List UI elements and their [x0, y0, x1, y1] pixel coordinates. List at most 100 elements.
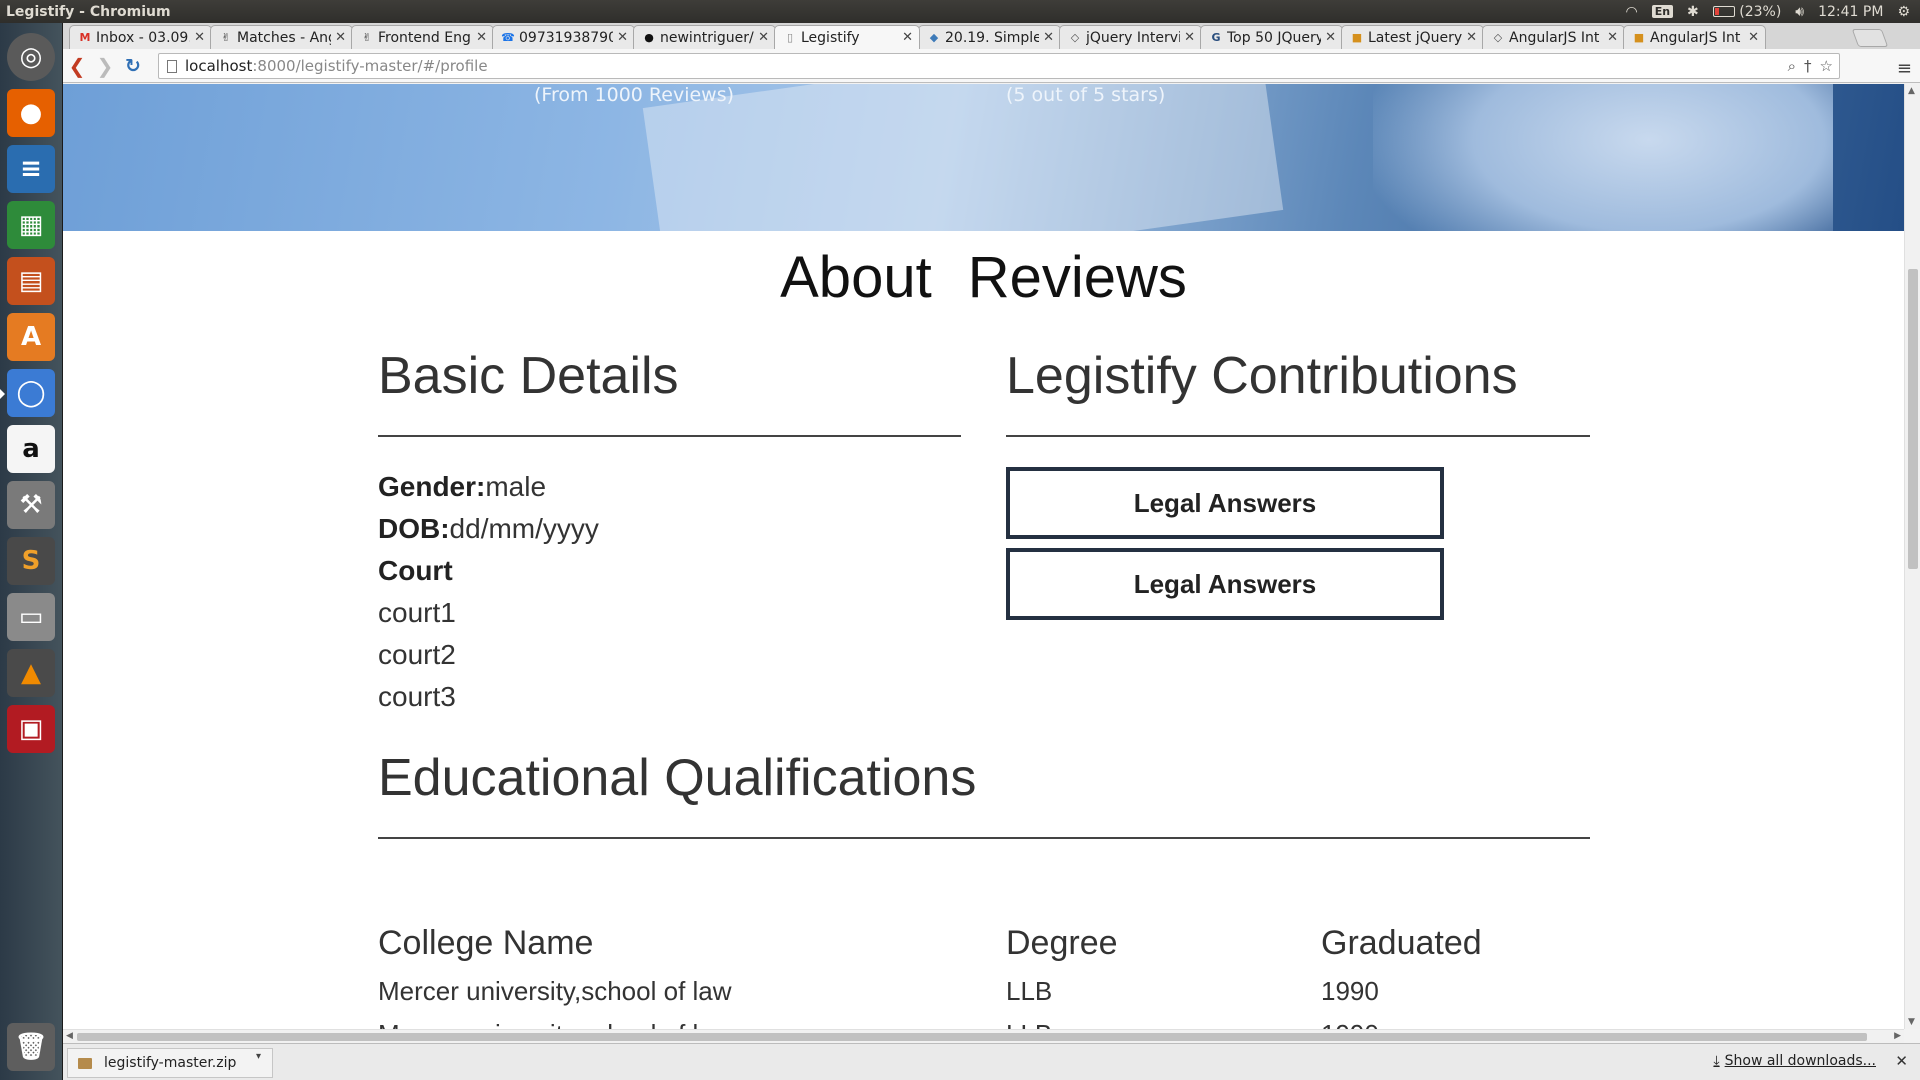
new-tab-button[interactable] — [1851, 29, 1889, 47]
scroll-thumb[interactable] — [77, 1033, 1867, 1041]
close-icon[interactable]: ✕ — [1607, 30, 1618, 45]
firefox-icon[interactable]: ● — [7, 89, 55, 137]
close-icon[interactable]: ✕ — [1325, 30, 1336, 45]
graduated-header: Graduated — [1321, 924, 1482, 962]
legal-answers-button[interactable]: Legal Answers — [1006, 548, 1444, 620]
tab-title: Legistify — [801, 29, 860, 46]
legal-answers-button[interactable]: Legal Answers — [1006, 467, 1444, 539]
scroll-thumb[interactable] — [1908, 269, 1918, 569]
close-icon[interactable]: ✕ — [335, 30, 346, 45]
toolbar: ❮ ❯ ↻ localhost:8000/legistify-master/#/… — [63, 49, 1920, 83]
download-item[interactable]: legistify-master.zip ▾ — [67, 1048, 273, 1078]
close-icon[interactable]: ✕ — [194, 30, 205, 45]
forward-button[interactable]: ❯ — [91, 54, 119, 78]
browser-tab[interactable]: ■ AngularJS Int ✕ — [1623, 25, 1766, 49]
angellist-icon: ✌ — [221, 30, 231, 44]
browser-tab[interactable]: ◇ jQuery Intervi ✕ — [1059, 25, 1202, 49]
chromium-window: M Inbox - 03.09.c ✕ ✌ Matches - Ang ✕ ✌ Fronten… — [63, 23, 1920, 1080]
horizontal-scrollbar[interactable]: ◀ ▶ — [63, 1029, 1904, 1043]
amazon-icon[interactable]: a — [7, 425, 55, 473]
browser-tab[interactable]: ☎ 09731938790 ,✕ — [492, 25, 635, 49]
court-item: court3 — [378, 681, 456, 712]
browser-tab[interactable]: ◇ AngularJS Int ✕ — [1482, 25, 1625, 49]
close-icon[interactable]: ✕ — [1466, 30, 1477, 45]
clock[interactable]: 12:41 PM — [1818, 4, 1883, 20]
basic-details-title: Basic Details — [378, 347, 679, 405]
dash-icon[interactable]: ◎ — [7, 33, 55, 81]
dropdown-arrow-icon[interactable]: ▾ — [256, 1051, 261, 1062]
tab-title: newintriguer/ — [660, 29, 754, 46]
menu-icon[interactable]: ≡ — [1897, 58, 1912, 79]
gear-icon[interactable]: ⚙ — [1897, 4, 1910, 20]
software-center-icon[interactable]: A — [7, 313, 55, 361]
close-icon[interactable]: ✕ — [617, 30, 628, 45]
close-icon[interactable]: ✕ — [476, 30, 487, 45]
browser-tab[interactable]: G Top 50 JQuery ✕ — [1200, 25, 1343, 49]
settings-tools-icon[interactable]: ⚒ — [7, 481, 55, 529]
hero-banner: (From 1000 Reviews) (5 out of 5 stars) — [63, 84, 1904, 231]
archive-icon[interactable]: ▭ — [7, 593, 55, 641]
url-path: :8000/legistify-master/#/profile — [252, 57, 488, 75]
tab-reviews[interactable]: Reviews — [968, 245, 1187, 310]
system-indicators: ◠ En ✱ (23%) 🔊︎ 12:41 PM ⚙ — [1625, 4, 1920, 20]
court-label: Court — [378, 555, 453, 586]
browser-tab[interactable]: M Inbox - 03.09.c ✕ — [69, 25, 212, 49]
browser-tab[interactable]: ▯ Legistify ✕ — [774, 25, 920, 49]
close-icon[interactable]: ✕ — [1748, 30, 1759, 45]
tab-strip: M Inbox - 03.09.c ✕ ✌ Matches - Ang ✕ ✌ Fronten… — [63, 23, 1920, 49]
browser-tab[interactable]: ◆ 20.19. Simple ✕ — [918, 25, 1061, 49]
vlc-icon[interactable]: ▲ — [7, 649, 55, 697]
zoom-icon[interactable]: ⌕ — [1788, 57, 1796, 75]
keyboard-indicator[interactable]: En — [1651, 5, 1674, 18]
chromium-icon[interactable]: ◯ — [0, 369, 55, 417]
volume-icon[interactable]: 🔊︎ — [1795, 4, 1804, 20]
gender-row: Gender:male — [378, 470, 546, 504]
scroll-up-icon[interactable]: ▲ — [1908, 86, 1915, 96]
graduated-cell: 1990 — [1321, 976, 1379, 1006]
dob-value: dd/mm/yyyy — [449, 513, 599, 544]
education-title: Educational Qualifications — [378, 749, 977, 807]
hero-image — [642, 84, 1284, 231]
battery-indicator[interactable]: (23%) — [1712, 4, 1781, 20]
gender-label: Gender: — [378, 471, 486, 502]
bluetooth-icon[interactable]: ✱ — [1687, 4, 1699, 20]
scroll-left-icon[interactable]: ◀ — [66, 1031, 73, 1041]
calc-icon[interactable]: ▦ — [7, 201, 55, 249]
diamond-icon: ◇ — [1493, 30, 1503, 44]
bookmark-star-icon[interactable]: ☆ — [1820, 57, 1833, 75]
divider — [1006, 435, 1590, 437]
close-icon[interactable]: ✕ — [758, 30, 769, 45]
scroll-right-icon[interactable]: ▶ — [1894, 1031, 1901, 1041]
back-button[interactable]: ❮ — [63, 54, 91, 78]
media-app-icon[interactable]: ▣ — [7, 705, 55, 753]
browser-tab[interactable]: ● newintriguer/ ✕ — [633, 25, 776, 49]
close-icon[interactable]: ✕ — [1895, 1052, 1908, 1070]
browser-tab[interactable]: ■ Latest jQuery ✕ — [1341, 25, 1484, 49]
dob-label: DOB: — [378, 513, 450, 544]
close-icon[interactable]: ✕ — [902, 30, 913, 45]
sublime-icon[interactable]: S — [7, 537, 55, 585]
browser-tab[interactable]: ✌ Matches - Ang ✕ — [210, 25, 353, 49]
url-host: localhost — [185, 57, 253, 75]
show-all-downloads-link[interactable]: ⤓ Show all downloads... — [1713, 1053, 1876, 1069]
angellist-icon: ✌ — [362, 30, 372, 44]
close-icon[interactable]: ✕ — [1184, 30, 1195, 45]
browser-tab[interactable]: ✌ Frontend Eng ✕ — [351, 25, 494, 49]
tab-title: Top 50 JQuery — [1227, 29, 1322, 46]
reload-button[interactable]: ↻ — [119, 55, 147, 77]
impress-icon[interactable]: ▤ — [7, 257, 55, 305]
tab-about[interactable]: About — [780, 245, 932, 310]
vertical-scrollbar[interactable]: ▲ ▼ — [1904, 84, 1920, 1029]
close-icon[interactable]: ✕ — [1043, 30, 1054, 45]
college-cell: Mercer university,school of law — [378, 1019, 732, 1029]
graduated-cell: 1990 — [1321, 1019, 1379, 1029]
writer-icon[interactable]: ≡ — [7, 145, 55, 193]
tab-title: Matches - Ang — [237, 29, 332, 46]
divider — [378, 435, 961, 437]
rating-text: (5 out of 5 stars) — [1006, 84, 1166, 106]
scroll-down-icon[interactable]: ▼ — [1908, 1017, 1915, 1027]
address-bar[interactable]: localhost:8000/legistify-master/#/profil… — [158, 53, 1840, 79]
wifi-icon[interactable]: ◠ — [1625, 4, 1637, 20]
pin-icon[interactable]: † — [1804, 57, 1812, 75]
trash-icon[interactable]: 🗑︎ — [7, 1023, 55, 1071]
